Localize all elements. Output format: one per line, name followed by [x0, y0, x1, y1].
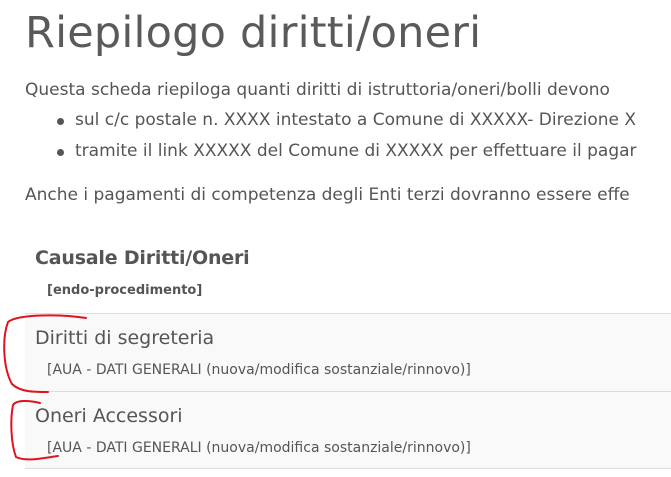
fees-table: Causale Diritti/Oneri [endo-procedimento… — [25, 240, 671, 469]
column-header-causale: Causale Diritti/Oneri — [35, 247, 250, 269]
intro-text: Questa scheda riepiloga quanti diritti d… — [25, 80, 610, 100]
summary-page: Riepilogo diritti/oneri Questa scheda ri… — [0, 0, 671, 477]
table-header: Causale Diritti/Oneri [endo-procedimento… — [25, 240, 671, 313]
fee-name: Oneri Accessori — [35, 405, 183, 427]
table-row: Oneri Accessori [AUA - DATI GENERALI (nu… — [25, 391, 671, 469]
fee-name: Diritti di segreteria — [35, 327, 215, 349]
list-item: tramite il link XXXXX del Comune di XXXX… — [55, 141, 637, 172]
table-row: Diritti di segreteria [AUA - DATI GENERA… — [25, 313, 671, 391]
column-header-subtitle: [endo-procedimento] — [47, 283, 203, 298]
third-party-note: Anche i pagamenti di competenza degli En… — [25, 185, 630, 205]
page-title: Riepilogo diritti/oneri — [25, 8, 482, 58]
list-item: sul c/c postale n. XXXX intestato a Comu… — [55, 110, 637, 141]
fee-procedure: [AUA - DATI GENERALI (nuova/modifica sos… — [47, 440, 471, 456]
fee-procedure: [AUA - DATI GENERALI (nuova/modifica sos… — [47, 362, 471, 378]
payment-methods-list: sul c/c postale n. XXXX intestato a Comu… — [55, 110, 637, 172]
